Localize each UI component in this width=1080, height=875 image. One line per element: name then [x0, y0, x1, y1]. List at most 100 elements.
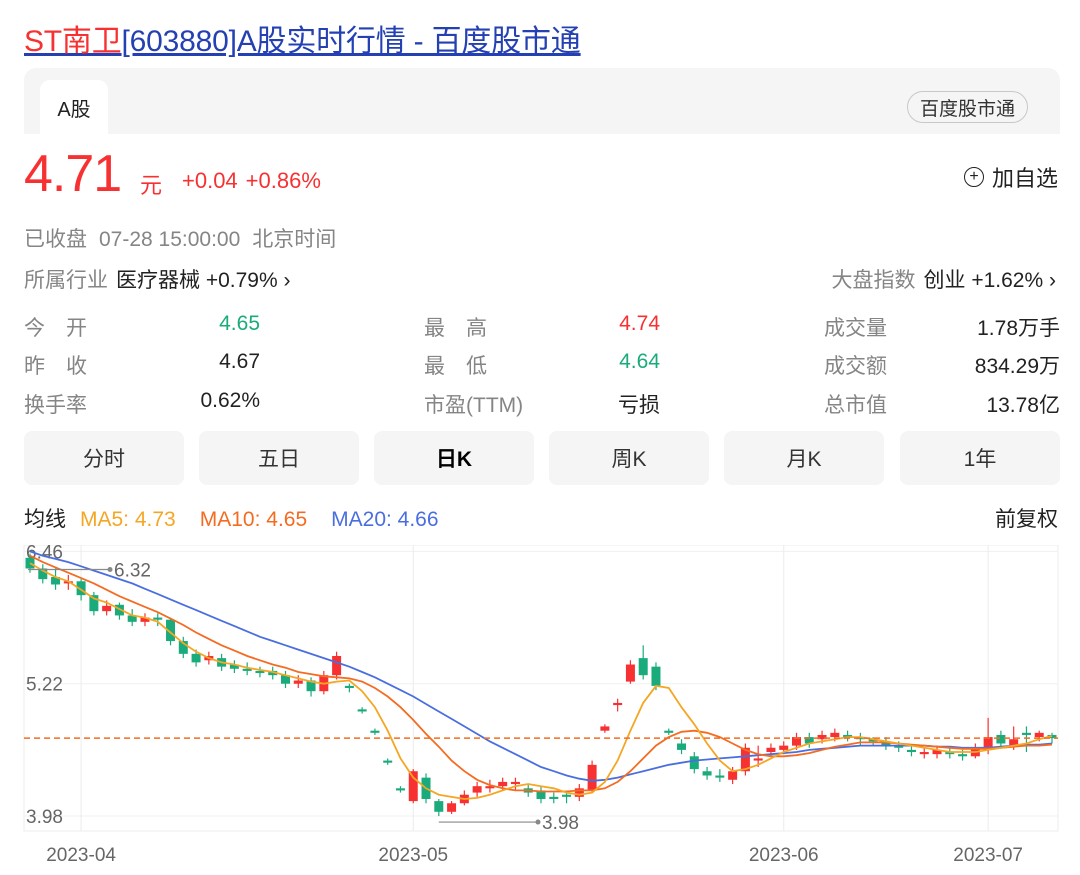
period-tabs: 分时 五日 日K 周K 月K 1年: [24, 431, 1060, 485]
ma20-line: [29, 550, 1053, 782]
candle-body: [906, 749, 916, 753]
candle-body: [958, 754, 968, 757]
stock-name[interactable]: ST南卫: [24, 25, 122, 58]
candle-body: [753, 758, 763, 761]
candle-body: [562, 794, 572, 797]
status-time: 07-28 15:00:00: [99, 228, 241, 251]
min-price-label: 3.98: [542, 813, 579, 834]
candle-body: [728, 771, 738, 780]
tab-weekly-k[interactable]: 周K: [549, 431, 709, 485]
candle-body: [638, 658, 648, 676]
market-tab-bar: A股 百度股市通: [24, 68, 1060, 134]
max-marker-dot: [107, 567, 113, 573]
source-badge[interactable]: 百度股市通: [906, 91, 1028, 123]
price-adjust-selector[interactable]: 前复权: [995, 503, 1058, 533]
candle-body: [1021, 732, 1031, 735]
candle-body: [434, 801, 444, 812]
candle-body: [191, 653, 201, 663]
open-value: 4.65: [219, 312, 260, 335]
candle-body: [702, 771, 712, 776]
candle-body: [587, 764, 597, 791]
candle-body: [510, 781, 520, 785]
candlestick-chart[interactable]: 6.465.223.982023-04 2023-05 2023-06 2023-07…: [0, 545, 1080, 875]
x-axis-label: 2023-05: [378, 845, 448, 866]
x-axis-label: 2023-04: [46, 845, 116, 866]
status-timezone: 北京时间: [252, 228, 337, 251]
market-status: 已收盘 07-28 15:00:00 北京时间: [24, 223, 348, 253]
open-label: 今 开: [24, 317, 87, 340]
turnover-label: 换手率: [24, 394, 87, 417]
tab-one-year[interactable]: 1年: [900, 431, 1060, 485]
market-index-link[interactable]: 大盘指数 创业 +1.62% ›: [832, 264, 1057, 294]
prev-close-label: 昨 收: [24, 355, 87, 378]
y-axis-label: 3.98: [26, 807, 63, 828]
candle-body: [498, 781, 508, 787]
current-price: 4.71: [24, 145, 122, 203]
market-cap-label: 总市值: [824, 394, 887, 417]
plus-circle-icon: +: [963, 167, 984, 187]
ma20-value: MA20: 4.66: [331, 508, 439, 531]
candle-body: [102, 605, 112, 612]
low-value: 4.64: [619, 350, 660, 373]
pe-label: 市盈(TTM): [424, 394, 524, 417]
add-watchlist-button[interactable]: + 加自选: [963, 161, 1058, 193]
ma5-value: MA5: 4.73: [80, 508, 176, 531]
candle-body: [766, 747, 776, 753]
x-axis-label: 2023-06: [749, 845, 819, 866]
index-name: 创业: [923, 269, 966, 292]
low-label: 最 低: [424, 355, 487, 378]
candle-body: [549, 796, 559, 799]
candle-body: [370, 730, 380, 733]
y-axis-label: 5.22: [26, 675, 63, 696]
moving-average-legend: 均线 MA5: 4.73 MA10: 4.65 MA20: 4.66: [24, 503, 463, 533]
chevron-right-icon: ›: [283, 269, 291, 292]
title-rest[interactable]: [603880]A股实时行情 - 百度股市通: [122, 25, 581, 58]
candle-body: [677, 743, 687, 750]
amount-label: 成交额: [824, 355, 887, 378]
candle-body: [408, 771, 418, 802]
candle-body: [153, 617, 163, 620]
tab-intraday[interactable]: 分时: [24, 431, 184, 485]
volume-label: 成交量: [824, 317, 887, 340]
candle-body: [600, 726, 610, 731]
candle-body: [447, 803, 457, 812]
candle-body: [651, 666, 661, 686]
candle-body: [293, 680, 303, 684]
chevron-right-icon: ›: [1049, 269, 1056, 292]
candle-body: [383, 760, 393, 763]
price-unit: 元: [140, 173, 163, 198]
prev-close-value: 4.67: [219, 350, 260, 373]
ma-label: 均线: [24, 508, 66, 531]
price-change: +0.04 +0.86%: [182, 168, 329, 194]
market-cap-value: 13.78亿: [986, 394, 1060, 417]
add-watchlist-label: 加自选: [991, 166, 1058, 191]
tab-daily-k[interactable]: 日K: [374, 431, 534, 485]
candle-body: [613, 702, 623, 706]
candle-body: [472, 786, 482, 793]
industry-link[interactable]: 所属行业 医疗器械 +0.79% ›: [24, 264, 291, 294]
turnover-value: 0.62%: [200, 389, 260, 412]
ma5-line: [29, 562, 1053, 800]
candle-body: [996, 734, 1006, 744]
candle-body: [357, 709, 367, 712]
ma10-value: MA10: 4.65: [199, 508, 308, 531]
industry-label: 所属行业: [24, 269, 108, 292]
amount-value: 834.29万: [974, 355, 1060, 378]
candle-body: [830, 732, 840, 738]
tab-a-share[interactable]: A股: [40, 80, 108, 134]
pe-value: 亏损: [618, 394, 660, 417]
tab-five-day[interactable]: 五日: [199, 431, 359, 485]
tab-monthly-k[interactable]: 月K: [724, 431, 884, 485]
candle-body: [779, 745, 789, 750]
candle-body: [344, 685, 354, 688]
high-value: 4.74: [619, 312, 660, 335]
index-label: 大盘指数: [831, 269, 916, 292]
industry-name: 医疗器械: [116, 269, 200, 292]
change-percent: +0.86%: [245, 168, 321, 193]
high-label: 最 高: [424, 317, 487, 340]
volume-value: 1.78万手: [977, 317, 1060, 340]
page-title-link[interactable]: ST南卫[603880]A股实时行情 - 百度股市通: [24, 16, 581, 60]
candle-body: [664, 730, 674, 733]
index-change: +1.62%: [971, 269, 1044, 292]
industry-change: +0.79%: [205, 269, 278, 292]
